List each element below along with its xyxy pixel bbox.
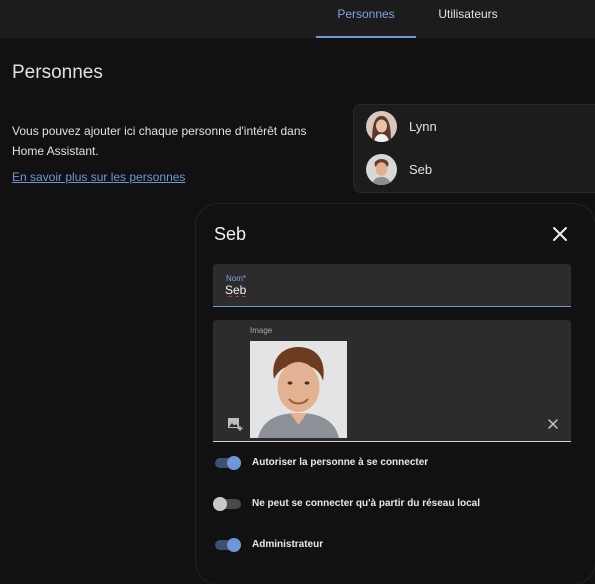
close-icon	[548, 419, 558, 429]
name-input[interactable]	[225, 283, 555, 297]
person-item-seb[interactable]: Seb	[354, 148, 595, 190]
allow-login-row: Autoriser la personne à se connecter	[213, 454, 583, 474]
person-name: Lynn	[409, 118, 437, 134]
person-dialog: Seb Nom* Image	[196, 204, 595, 584]
close-icon	[553, 227, 567, 241]
people-list: Lynn Seb	[353, 104, 595, 193]
person-name: Seb	[409, 161, 433, 177]
page-title: Personnes	[12, 62, 103, 83]
add-image-button[interactable]	[227, 416, 243, 432]
learn-more-link[interactable]: En savoir plus sur les personnes	[12, 170, 185, 184]
dialog-title: Seb	[214, 224, 247, 244]
top-tab-bar: Personnes Utilisateurs	[0, 0, 595, 38]
avatar	[366, 153, 397, 185]
toggle-label: Autoriser la personne à se connecter	[252, 457, 429, 468]
admin-row: Administrateur	[213, 536, 583, 556]
toggle-label: Ne peut se connecter qu'à partir du rése…	[252, 498, 481, 509]
image-field: Image	[213, 320, 571, 442]
admin-toggle[interactable]	[213, 538, 241, 552]
name-field[interactable]: Nom*	[213, 264, 571, 307]
local-only-toggle[interactable]	[213, 497, 241, 511]
person-photo	[250, 341, 347, 438]
intro-text: Vous pouvez ajouter ici chaque personne …	[12, 124, 307, 158]
image-add-icon	[228, 418, 243, 431]
local-only-row: Ne peut se connecter qu'à partir du rése…	[213, 495, 583, 515]
close-button[interactable]	[548, 222, 572, 246]
clear-image-button[interactable]	[545, 416, 561, 432]
tab-personnes[interactable]: Personnes	[316, 0, 416, 38]
tab-utilisateurs[interactable]: Utilisateurs	[418, 0, 518, 38]
allow-login-toggle[interactable]	[213, 456, 241, 470]
image-field-label: Image	[250, 326, 273, 335]
name-field-label: Nom*	[226, 274, 247, 283]
avatar	[366, 110, 397, 142]
person-item-lynn[interactable]: Lynn	[354, 105, 595, 147]
toggle-label: Administrateur	[252, 539, 324, 550]
